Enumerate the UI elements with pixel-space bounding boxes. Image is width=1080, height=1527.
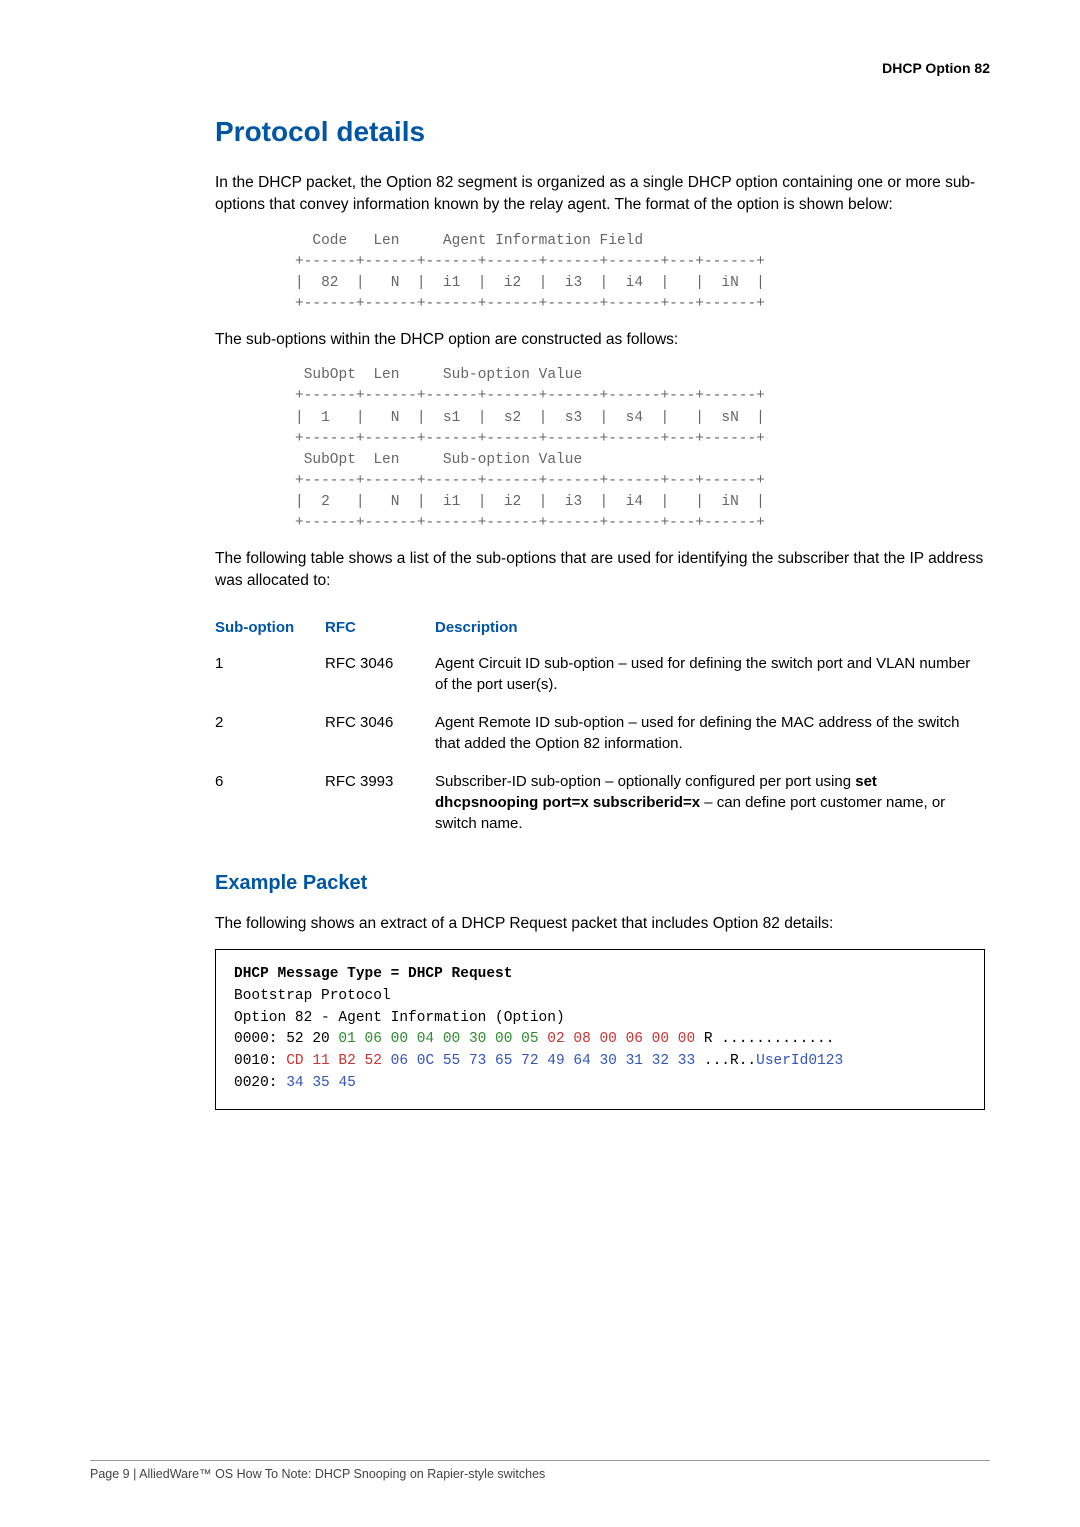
page-title: Protocol details [215,116,985,148]
cell-rfc: RFC 3046 [325,646,435,705]
packet-line: Option 82 - Agent Information (Option) [234,1008,966,1030]
cell-description: Agent Remote ID sub-option – used for de… [435,705,985,764]
cell-rfc: RFC 3993 [325,764,435,844]
cell-suboption: 2 [215,705,325,764]
table-header-description: Description [435,611,985,646]
cell-suboption: 1 [215,646,325,705]
table-header-suboption: Sub-option [215,611,325,646]
table-header-rfc: RFC [325,611,435,646]
table-row: 6 RFC 3993 Subscriber-ID sub-option – op… [215,764,985,844]
suboption-format-diagram: SubOpt Len Sub-option Value +------+----… [295,365,985,533]
suboption-intro: The sub-options within the DHCP option a… [215,329,985,351]
page-header: DHCP Option 82 [90,60,990,76]
cell-description: Agent Circuit ID sub-option – used for d… [435,646,985,705]
page-footer: Page 9 | AlliedWare™ OS How To Note: DHC… [90,1460,990,1481]
packet-hex-line: 0020: 34 35 45 [234,1073,966,1095]
intro-paragraph: In the DHCP packet, the Option 82 segmen… [215,172,985,217]
suboption-table: Sub-option RFC Description 1 RFC 3046 Ag… [215,611,985,844]
packet-hex-line: 0000: 52 20 01 06 00 04 00 30 00 05 02 0… [234,1029,966,1051]
cell-rfc: RFC 3046 [325,705,435,764]
cell-description: Subscriber-ID sub-option – optionally co… [435,764,985,844]
packet-title: DHCP Message Type = DHCP Request [234,966,512,982]
table-intro: The following table shows a list of the … [215,548,985,593]
table-row: 2 RFC 3046 Agent Remote ID sub-option – … [215,705,985,764]
example-heading: Example Packet [215,872,985,895]
main-content: Protocol details In the DHCP packet, the… [215,116,985,1110]
option-format-diagram: Code Len Agent Information Field +------… [295,231,985,315]
packet-hex-line: 0010: CD 11 B2 52 06 0C 55 73 65 72 49 6… [234,1051,966,1073]
packet-line: Bootstrap Protocol [234,986,966,1008]
table-row: 1 RFC 3046 Agent Circuit ID sub-option –… [215,646,985,705]
cell-suboption: 6 [215,764,325,844]
packet-hexdump: DHCP Message Type = DHCP Request Bootstr… [215,949,985,1110]
example-intro: The following shows an extract of a DHCP… [215,913,985,935]
